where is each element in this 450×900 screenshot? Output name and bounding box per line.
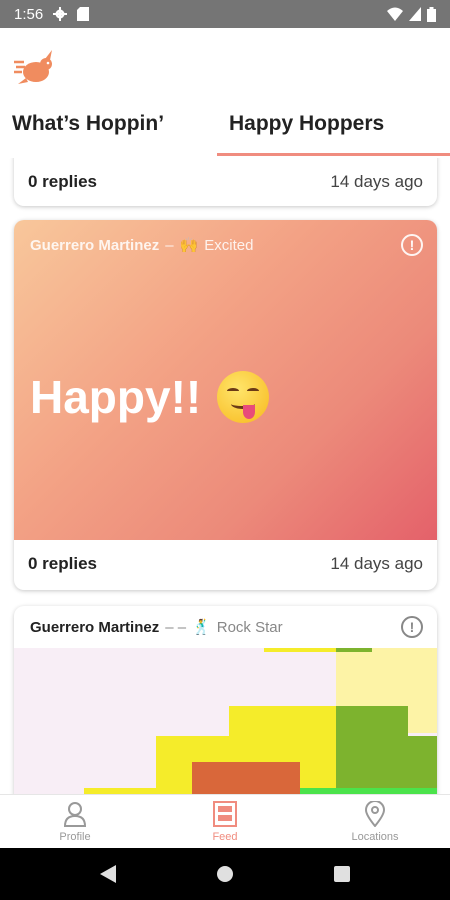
home-icon[interactable] (216, 865, 234, 883)
post-mood: Rock Star (216, 618, 283, 636)
feed-icon (213, 800, 237, 827)
settings-gear-icon (53, 7, 68, 21)
post-author: Guerrero Martinez (30, 236, 160, 254)
post-message: Happy!! (30, 370, 270, 424)
pixel-art-image (14, 648, 437, 794)
post-footer: 0 replies 14 days ago (14, 540, 437, 588)
post-age: 14 days ago (330, 554, 423, 573)
praying-hands-icon: 🙌 (179, 237, 199, 254)
tab-bar: What’s Hoppin’ Happy Hoppers (0, 98, 450, 158)
person-icon (63, 801, 87, 827)
replies-count[interactable]: 0 replies (28, 172, 97, 192)
recents-icon[interactable] (334, 866, 350, 882)
app-header (0, 28, 450, 98)
post-author: Guerrero Martinez (30, 618, 160, 636)
feed-list[interactable]: 0 replies 14 days ago Guerrero Martinez … (0, 158, 450, 794)
tab-whats-hoppin[interactable]: What’s Hoppin’ (12, 112, 164, 136)
post-meta: Guerrero Martinez – – 🕺 Rock Star (30, 618, 283, 637)
status-time: 1:56 (14, 5, 44, 23)
post-footer: 0 replies 14 days ago (14, 158, 437, 206)
wifi-icon (387, 7, 403, 21)
signal-icon (409, 7, 421, 21)
active-tab-indicator (217, 153, 450, 156)
meta-separator: – – (165, 618, 187, 636)
post-card[interactable]: Guerrero Martinez – – 🕺 Rock Star ! (14, 606, 437, 794)
post-card[interactable]: 0 replies 14 days ago (14, 158, 437, 206)
nav-locations-label: Locations (351, 830, 399, 843)
post-message-text: Happy!! (30, 371, 202, 423)
battery-icon (427, 6, 436, 22)
back-icon[interactable] (100, 865, 116, 883)
system-navigation-bar (0, 848, 450, 900)
sd-card-icon (77, 7, 90, 21)
post-meta: Guerrero Martinez – 🙌 Excited (30, 236, 254, 255)
location-pin-icon (365, 800, 385, 827)
post-card[interactable]: Guerrero Martinez – 🙌 Excited ! Happy!! … (14, 220, 437, 590)
nav-feed-label: Feed (212, 830, 238, 843)
nav-feed[interactable]: Feed (150, 795, 300, 848)
status-bar: 1:56 (0, 0, 450, 28)
meta-separator: – (165, 236, 174, 254)
nav-profile-label: Profile (59, 830, 91, 843)
report-icon[interactable]: ! (401, 616, 423, 638)
rabbit-logo-icon (14, 50, 52, 84)
post-mood: Excited (204, 236, 254, 254)
report-icon[interactable]: ! (401, 234, 423, 256)
yummy-face-emoji-icon (217, 371, 270, 423)
replies-count[interactable]: 0 replies (28, 554, 97, 574)
rock-star-icon: 🕺 (192, 619, 211, 636)
bottom-navigation: Profile Feed Locations (0, 794, 450, 848)
nav-locations[interactable]: Locations (300, 795, 450, 848)
tab-happy-hoppers[interactable]: Happy Hoppers (229, 112, 384, 136)
nav-profile[interactable]: Profile (0, 795, 150, 848)
post-age: 14 days ago (330, 172, 423, 191)
